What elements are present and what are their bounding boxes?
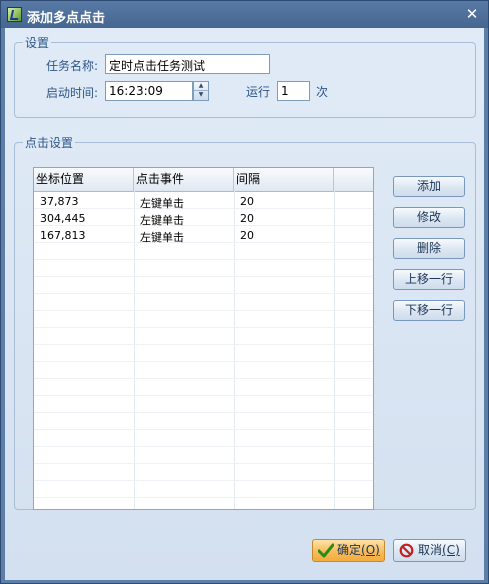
cell-interval: 20 xyxy=(240,212,254,225)
dialog-body: 设置 任务名称: 定时点击任务测试 启动时间: 16:23:09 ▲ ▼ 运行 … xyxy=(5,28,484,580)
run-count-field[interactable]: 1 xyxy=(277,81,310,101)
column-header-interval[interactable]: 间隔 xyxy=(234,168,334,191)
cancel-button[interactable]: 取消(C) xyxy=(393,539,466,562)
app-icon xyxy=(7,7,22,22)
cell-position: 167,813 xyxy=(40,229,86,242)
cancel-hotkey: (C) xyxy=(442,543,460,557)
column-header-event[interactable]: 点击事件 xyxy=(134,168,234,191)
row-gridline xyxy=(34,208,373,209)
window-title: 添加多点点击 xyxy=(27,11,106,26)
row-gridline xyxy=(34,327,373,328)
row-gridline xyxy=(34,395,373,396)
spin-up-icon[interactable]: ▲ xyxy=(194,82,208,91)
cell-position: 37,873 xyxy=(40,195,79,208)
move-up-button[interactable]: 上移一行 xyxy=(393,269,465,290)
cell-event: 左键单击 xyxy=(140,214,184,227)
move-down-button[interactable]: 下移一行 xyxy=(393,300,465,321)
task-name-label: 任务名称: xyxy=(46,59,99,73)
row-gridline xyxy=(34,429,373,430)
row-gridline xyxy=(34,259,373,260)
close-icon[interactable]: ✕ xyxy=(464,6,480,22)
run-label: 运行 xyxy=(246,85,271,99)
add-button[interactable]: 添加 xyxy=(393,176,465,197)
row-gridline xyxy=(34,378,373,379)
prohibited-icon xyxy=(399,543,414,558)
time-spinner[interactable]: ▲ ▼ xyxy=(193,81,209,101)
table-header: 坐标位置 点击事件 间隔 xyxy=(34,168,373,192)
column-header-filler xyxy=(334,168,373,191)
checkmark-icon xyxy=(318,543,334,558)
row-gridline xyxy=(34,497,373,498)
row-gridline xyxy=(34,293,373,294)
spin-down-icon[interactable]: ▼ xyxy=(194,91,208,99)
click-points-table[interactable]: 坐标位置 点击事件 间隔 37,873 左键单击 20 304,445 左键单击… xyxy=(33,167,374,510)
run-suffix: 次 xyxy=(316,85,329,99)
row-gridline xyxy=(34,276,373,277)
click-settings-group-title: 点击设置 xyxy=(23,134,76,151)
row-gridline xyxy=(34,242,373,243)
cancel-button-label: 取消 xyxy=(418,543,443,557)
row-gridline xyxy=(34,412,373,413)
row-gridline xyxy=(34,480,373,481)
ok-button-label: 确定 xyxy=(337,543,362,557)
delete-button[interactable]: 删除 xyxy=(393,238,465,259)
modify-button[interactable]: 修改 xyxy=(393,207,465,228)
settings-group-title: 设置 xyxy=(23,34,52,51)
ok-hotkey: (O) xyxy=(361,543,380,557)
cell-position: 304,445 xyxy=(40,212,86,225)
title-bar[interactable]: 添加多点点击 ✕ xyxy=(1,1,488,28)
row-gridline xyxy=(34,225,373,226)
row-gridline xyxy=(34,361,373,362)
dialog-window: 添加多点点击 ✕ 设置 任务名称: 定时点击任务测试 启动时间: 16:23:0… xyxy=(0,0,489,584)
column-header-position[interactable]: 坐标位置 xyxy=(34,168,134,191)
start-time-label: 启动时间: xyxy=(46,86,99,100)
start-time-field[interactable]: 16:23:09 xyxy=(105,81,193,101)
row-gridline xyxy=(34,310,373,311)
task-name-field[interactable]: 定时点击任务测试 xyxy=(105,54,270,74)
cell-interval: 20 xyxy=(240,229,254,242)
row-gridline xyxy=(34,463,373,464)
row-gridline xyxy=(34,446,373,447)
cell-event: 左键单击 xyxy=(140,231,184,244)
cell-event: 左键单击 xyxy=(140,197,184,210)
ok-button[interactable]: 确定(O) xyxy=(312,539,385,562)
cell-interval: 20 xyxy=(240,195,254,208)
row-gridline xyxy=(34,344,373,345)
